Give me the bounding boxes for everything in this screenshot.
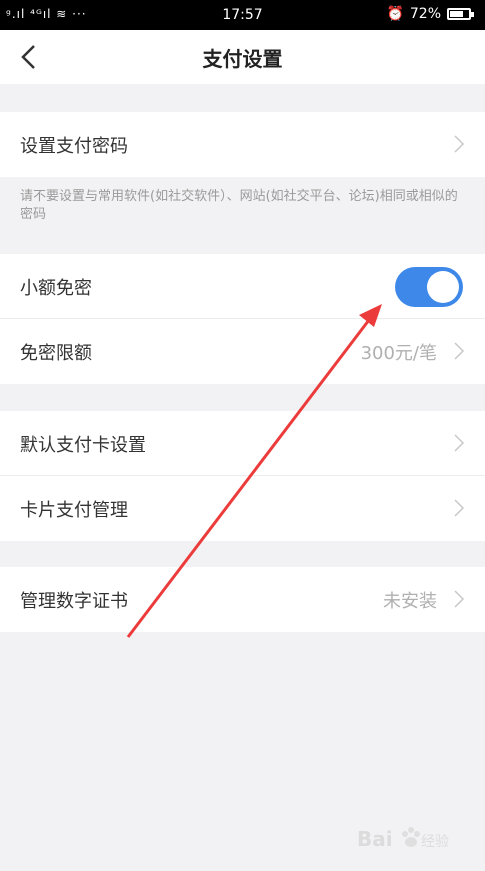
password-hint: 请不要设置与常用软件(如社交软件）、网站(如社交平台、论坛)相同或相似的密码 [20,189,458,222]
status-bar: ᵍ.ıl ⁴ᴳıl ≋ ··· 17:57 ⏰ 72% [0,0,485,30]
default-card-row[interactable]: 默认支付卡设置 [0,411,485,476]
set-password-label: 设置支付密码 [20,136,128,157]
toggle-knob [427,271,459,303]
battery-icon [447,8,474,20]
password-group: 设置支付密码 [0,112,485,177]
limit-label: 免密限额 [20,343,92,364]
battery-percent: 72% [409,6,441,22]
page-title: 支付设置 [202,47,283,71]
card-group: 默认支付卡设置 卡片支付管理 [0,411,485,541]
certificate-row[interactable]: 管理数字证书 未安装 [0,567,485,632]
certificate-group: 管理数字证书 未安装 [0,567,485,632]
set-password-row[interactable]: 设置支付密码 [0,112,485,177]
svg-text:经验: 经验 [421,834,449,850]
chevron-right-icon [454,342,465,360]
certificate-value: 未安装 [383,591,437,612]
svg-text:Bai: Bai [357,827,393,851]
chevron-right-icon [454,135,465,153]
baidu-jingyan-watermark-logo: Bai 经验 [357,827,449,851]
card-manage-label: 卡片支付管理 [20,500,128,521]
navigation-bar: 支付设置 [0,30,485,84]
small-free-label: 小额免密 [20,278,92,299]
default-card-label: 默认支付卡设置 [20,435,146,456]
battery-fill [450,11,463,17]
small-free-row: 小额免密 [0,254,485,319]
small-free-toggle[interactable] [395,267,463,307]
card-manage-row[interactable]: 卡片支付管理 [0,476,485,541]
limit-value: 300元/笔 [360,343,437,364]
alarm-icon: ⏰ [386,6,404,22]
chevron-right-icon [454,434,465,452]
status-right: ⏰ 72% [386,6,474,22]
certificate-label: 管理数字证书 [20,591,128,612]
small-free-group: 小额免密 免密限额 300元/笔 [0,254,485,384]
chevron-right-icon [454,590,465,608]
limit-row[interactable]: 免密限额 300元/笔 [0,319,485,384]
chevron-right-icon [454,499,465,517]
